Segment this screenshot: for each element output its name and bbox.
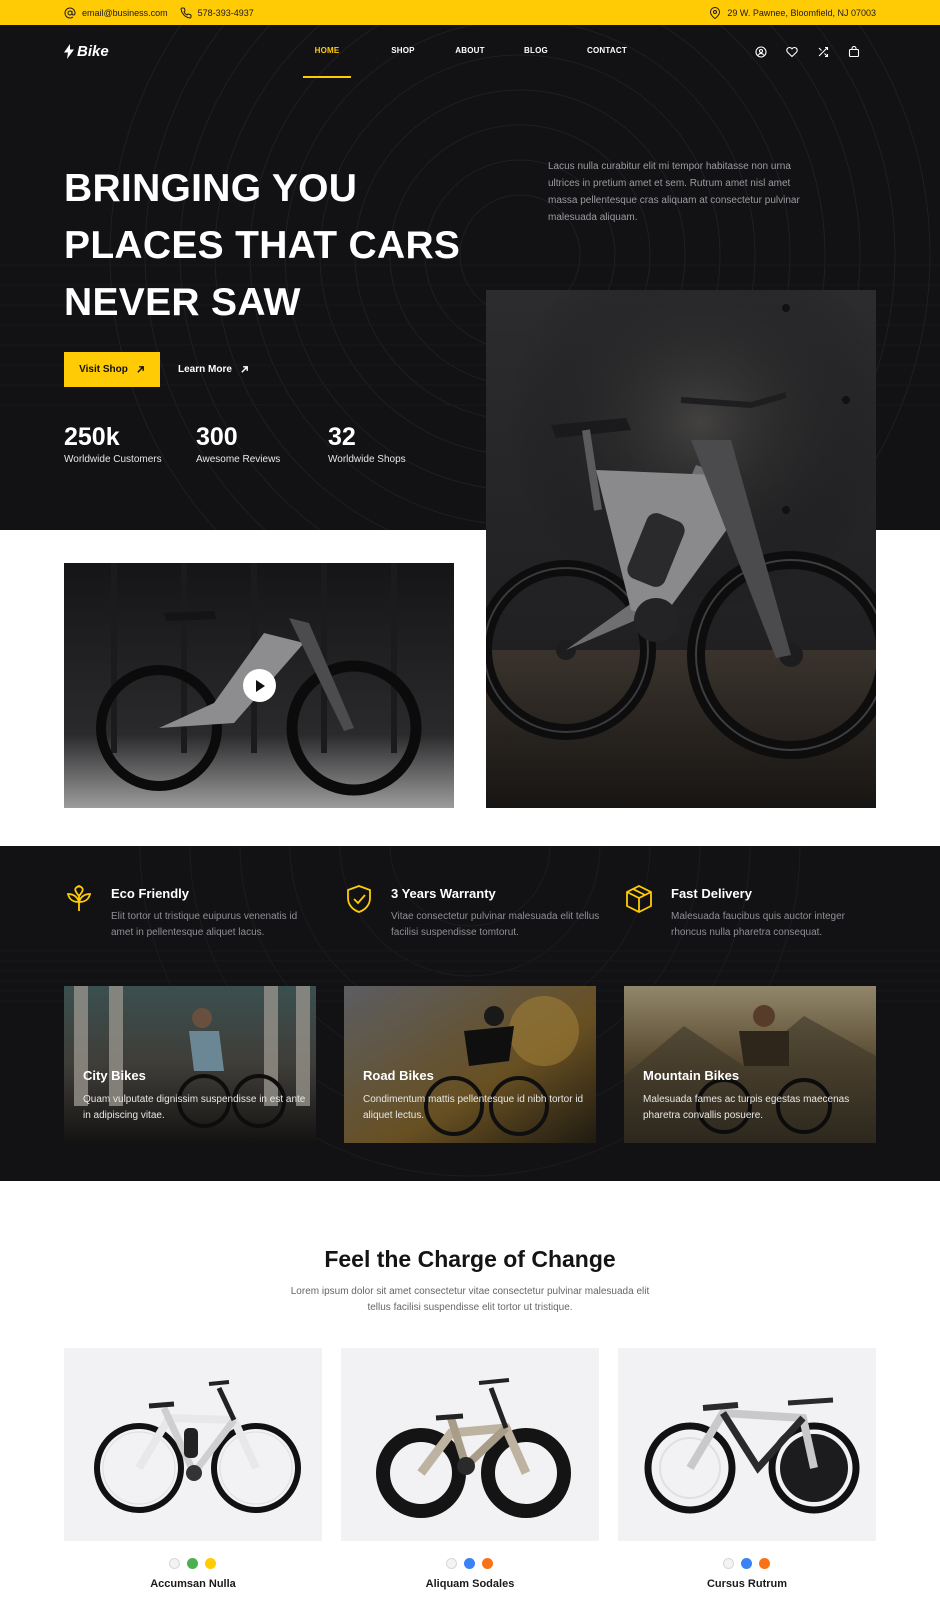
stat-shops: 32 Worldwide Shops — [328, 422, 406, 465]
category-title: Mountain Bikes — [643, 1068, 740, 1083]
product-image-road-bike — [644, 1397, 860, 1514]
feature-description: Vitae consectetur pulvinar malesuada eli… — [391, 911, 600, 938]
stat-label: Worldwide Customers — [64, 454, 162, 465]
nav-item-about[interactable]: ABOUT — [453, 25, 487, 77]
products-section-title: Feel the Charge of Change — [324, 1246, 616, 1272]
product-card-aliquam[interactable] — [341, 1348, 599, 1541]
leaf-icon — [66, 885, 92, 911]
category-description: Quam vulputate dignissim suspendisse in … — [83, 1094, 306, 1121]
electric-bike-image — [486, 290, 876, 808]
hero-description: Lacus nulla curabitur elit mi tempor hab… — [548, 161, 800, 223]
hero-heading-line-3: NEVER SAW — [64, 281, 301, 324]
stat-value: 32 — [328, 423, 356, 451]
category-card-city[interactable]: City Bikes Quam vulputate dignissim susp… — [64, 986, 316, 1143]
swatch-blue[interactable] — [741, 1558, 752, 1569]
swatch-blue[interactable] — [464, 1558, 475, 1569]
user-icon[interactable] — [755, 45, 767, 58]
feature-description: Malesuada faucibus quis auctor integer r… — [671, 911, 845, 938]
hero-heading: BRINGING YOU PLACES THAT CARS NEVER SAW — [64, 160, 484, 331]
swatch-white[interactable] — [446, 1558, 457, 1569]
hero-heading-line-1: BRINGING YOU — [64, 167, 358, 210]
feature-description: Elit tortor ut tristique euipurus venena… — [111, 911, 298, 938]
product-name[interactable]: Cursus Rutrum — [618, 1578, 876, 1590]
hero-heading-line-2: PLACES THAT CARS — [64, 224, 461, 267]
heart-icon[interactable] — [786, 45, 798, 58]
logo-text: Bike — [77, 42, 109, 60]
visit-shop-button[interactable]: Visit Shop — [64, 352, 160, 387]
category-card-mountain[interactable]: Mountain Bikes Malesuada fames ac turpis… — [624, 986, 876, 1143]
email-contact[interactable]: email@business.com — [64, 7, 168, 19]
learn-more-label: Learn More — [178, 364, 232, 375]
arrow-up-right-icon — [137, 366, 144, 373]
video-thumbnail[interactable] — [64, 563, 454, 808]
map-pin-icon — [710, 6, 721, 19]
stat-value: 300 — [196, 423, 238, 451]
products-section-description: Lorem ipsum dolor sit amet consectetur v… — [290, 1286, 650, 1313]
play-button[interactable] — [243, 669, 276, 702]
visit-shop-label: Visit Shop — [79, 364, 128, 375]
nav-menu: HOME SHOP ABOUT BLOG CONTACT — [303, 25, 629, 78]
category-title: Road Bikes — [363, 1068, 434, 1083]
product-image-fat-tire-ebike — [376, 1378, 571, 1518]
bag-icon[interactable] — [848, 45, 860, 58]
stat-reviews: 300 Awesome Reviews — [196, 422, 280, 465]
phone-contact[interactable]: 578-393-4937 — [180, 6, 254, 19]
product-name[interactable]: Aliquam Sodales — [341, 1578, 599, 1590]
address-text: 29 W. Pawnee, Bloomfield, NJ 07003 — [727, 7, 876, 18]
nav-actions — [755, 25, 860, 77]
nav-item-shop[interactable]: SHOP — [387, 25, 419, 77]
stat-label: Worldwide Shops — [328, 454, 406, 465]
feature-title: Fast Delivery — [671, 886, 752, 901]
nav-item-blog[interactable]: BLOG — [521, 25, 551, 77]
email-text: email@business.com — [82, 7, 168, 18]
feature-title: Eco Friendly — [111, 886, 190, 901]
category-card-road[interactable]: Road Bikes Condimentum mattis pellentesq… — [344, 986, 596, 1143]
color-swatches — [446, 1558, 493, 1570]
at-icon — [64, 7, 76, 18]
phone-text: 578-393-4937 — [197, 7, 254, 18]
swatch-orange[interactable] — [759, 1558, 770, 1569]
address-contact: 29 W. Pawnee, Bloomfield, NJ 07003 — [709, 6, 876, 19]
stat-customers: 250k Worldwide Customers — [64, 422, 162, 465]
category-description: Condimentum mattis pellentesque id nibh … — [363, 1094, 584, 1121]
product-card-cursus[interactable] — [618, 1348, 876, 1541]
stat-label: Awesome Reviews — [196, 454, 281, 465]
swatch-orange[interactable] — [482, 1558, 493, 1569]
stat-value: 250k — [64, 423, 120, 451]
product-image-city-ebike — [94, 1380, 301, 1513]
brand-logo[interactable]: Bike — [64, 43, 109, 60]
color-swatches — [169, 1558, 216, 1570]
color-swatches — [723, 1558, 770, 1570]
swatch-yellow[interactable] — [205, 1558, 216, 1569]
shuffle-icon[interactable] — [817, 45, 829, 58]
product-card-accumsan[interactable] — [64, 1348, 322, 1541]
swatch-green[interactable] — [187, 1558, 198, 1569]
category-title: City Bikes — [83, 1068, 146, 1083]
product-name[interactable]: Accumsan Nulla — [64, 1578, 322, 1590]
shield-check-icon — [347, 885, 371, 913]
main-navigation: Bike HOME SHOP ABOUT BLOG CONTACT — [0, 25, 940, 78]
feature-title: 3 Years Warranty — [391, 886, 496, 901]
lightning-bolt-icon — [64, 43, 74, 59]
nav-item-contact[interactable]: CONTACT — [585, 25, 629, 77]
hero-bike-photo — [486, 290, 876, 808]
learn-more-button[interactable]: Learn More — [178, 352, 249, 387]
arrow-up-right-icon — [241, 366, 248, 373]
phone-icon — [180, 6, 192, 18]
category-description: Malesuada fames ac turpis egestas maecen… — [643, 1094, 850, 1121]
swatch-white[interactable] — [723, 1558, 734, 1569]
top-info-bar: email@business.com 578-393-4937 29 W. Pa… — [0, 0, 940, 25]
box-icon — [626, 884, 652, 914]
nav-item-home[interactable]: HOME — [303, 25, 351, 78]
play-icon — [255, 679, 265, 692]
swatch-white[interactable] — [169, 1558, 180, 1569]
